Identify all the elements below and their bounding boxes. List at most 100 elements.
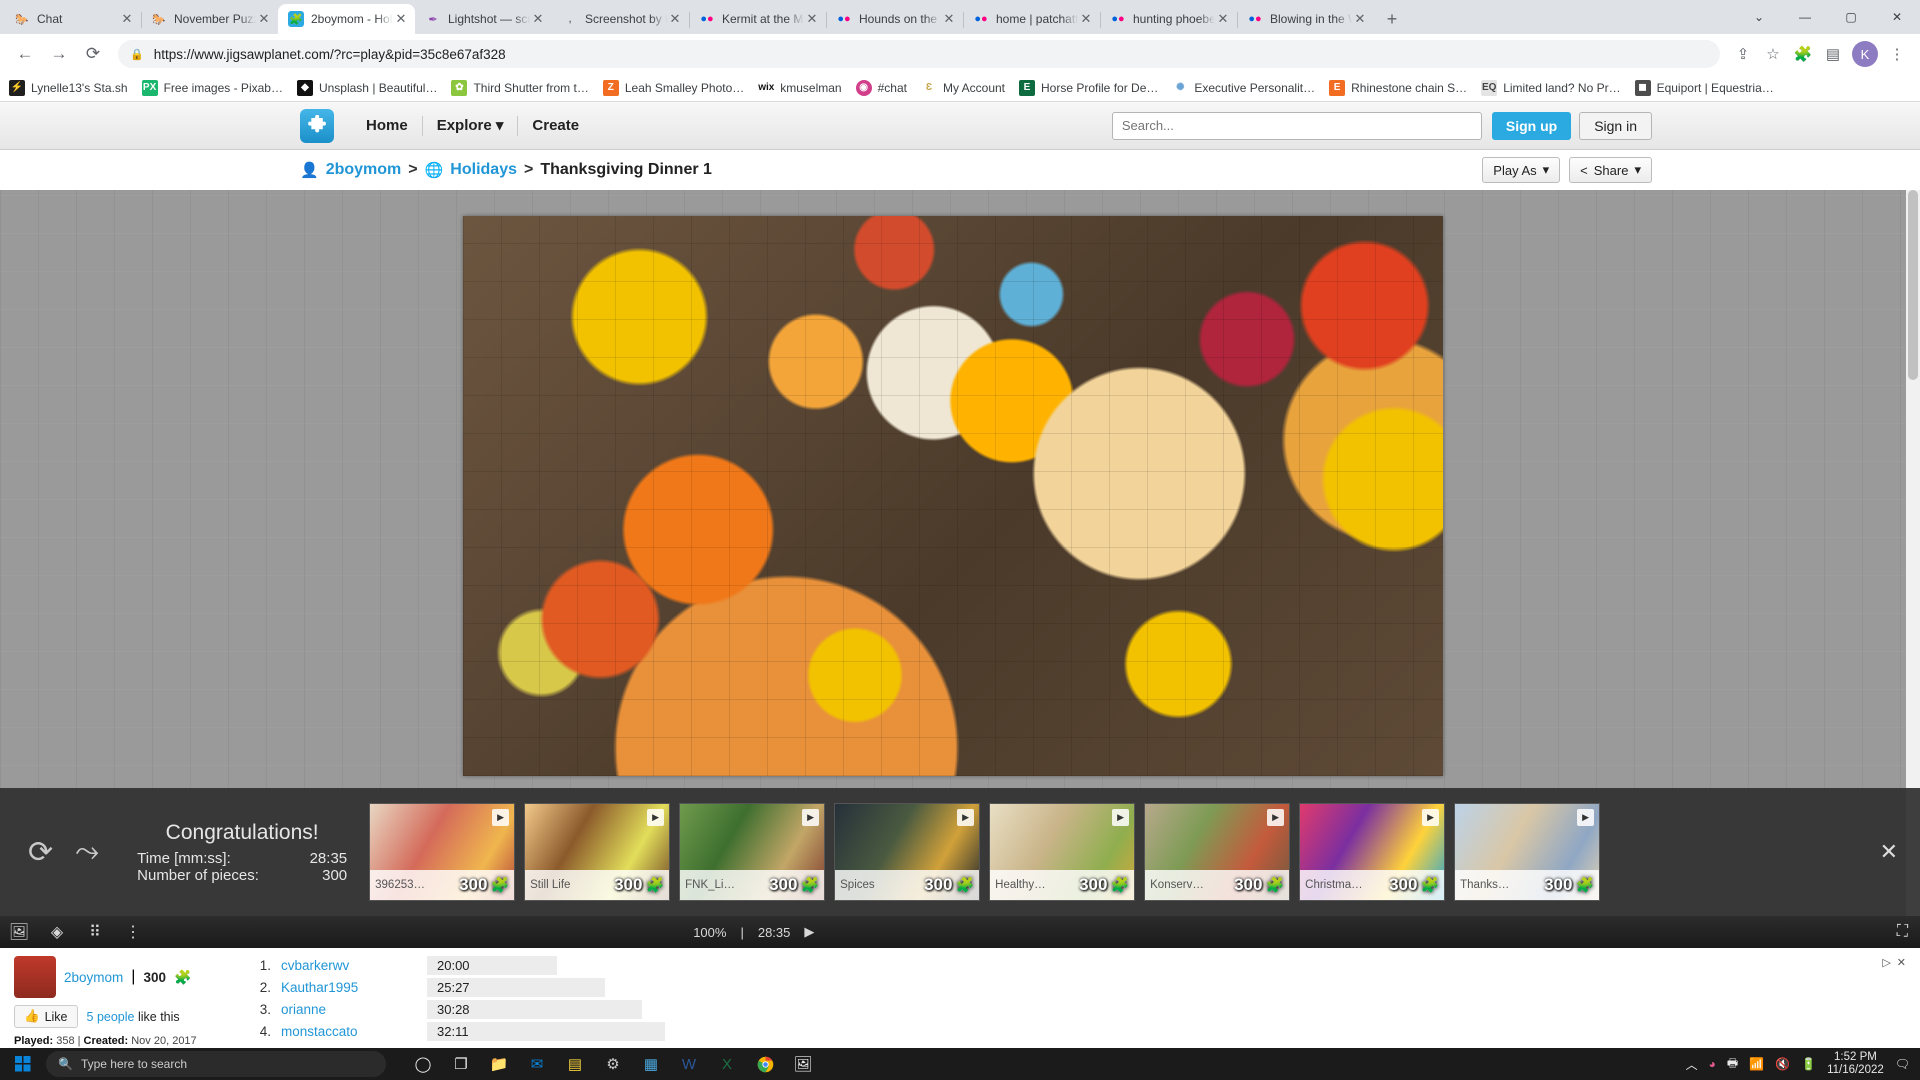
notification-icon[interactable]: 🗨	[1895, 1057, 1910, 1071]
like-button[interactable]: 👍 Like	[14, 1005, 78, 1028]
bookmark-item[interactable]: Z Leah Smalley Photo…	[602, 79, 744, 96]
task-view-icon[interactable]: ❐	[444, 1049, 478, 1079]
word-icon[interactable]: W	[672, 1049, 706, 1079]
taskbar-search[interactable]: 🔍 Type here to search	[46, 1051, 386, 1077]
browser-tab[interactable]: 🐎 Chat ✕	[4, 4, 142, 34]
bookmark-item[interactable]: E Horse Profile for De…	[1019, 79, 1158, 96]
tab-close-icon[interactable]: ✕	[1352, 11, 1368, 27]
extensions-icon[interactable]: 🧩	[1788, 39, 1818, 69]
tab-close-icon[interactable]: ✕	[1215, 11, 1231, 27]
ad-close-icon[interactable]: ✕	[1897, 956, 1906, 969]
play-icon[interactable]: ▶	[1422, 809, 1440, 826]
player-name[interactable]: cvbarkerwv	[281, 958, 427, 973]
ad-choices-icon[interactable]: ▷	[1882, 956, 1890, 969]
play-icon[interactable]: ▶	[647, 809, 665, 826]
back-icon[interactable]: ←	[8, 37, 42, 71]
windows-icon[interactable]	[0, 1048, 46, 1080]
sign-up-button[interactable]: Sign up	[1491, 111, 1572, 140]
close-window-icon[interactable]: ✕	[1874, 1, 1920, 33]
photos-icon[interactable]: 🖼	[786, 1049, 820, 1079]
browser-tab[interactable]: , Screenshot by Ligh ✕	[552, 4, 690, 34]
ghost-icon[interactable]: ◈	[38, 922, 76, 942]
puzzle-thumbnail[interactable]: ▶ Konserv… 300 🧩	[1144, 803, 1291, 901]
browser-tab-active[interactable]: 🧩 2boymom - Holida ✕	[278, 4, 415, 34]
sign-in-button[interactable]: Sign in	[1579, 111, 1652, 140]
browser-tab[interactable]: ●● Hounds on the Roc ✕	[826, 4, 964, 34]
completed-puzzle-image[interactable]	[463, 216, 1443, 776]
browser-tab[interactable]: ●● hunting phoebe | lo ✕	[1100, 4, 1238, 34]
tab-close-icon[interactable]: ✕	[119, 11, 135, 27]
tab-close-icon[interactable]: ✕	[804, 11, 820, 27]
bookmark-item[interactable]: E Rhinestone chain S…	[1329, 79, 1467, 96]
bookmark-item[interactable]: ◼ Equiport | Equestria…	[1634, 79, 1774, 96]
sidepanel-icon[interactable]: ▤	[1818, 39, 1848, 69]
bookmark-item[interactable]: wix kmuselman	[758, 79, 842, 96]
picture-icon[interactable]: 🖼	[0, 922, 38, 942]
battery-icon[interactable]: 🔋	[1801, 1057, 1816, 1071]
play-icon[interactable]: ▶	[804, 924, 814, 940]
new-tab-button[interactable]: +	[1378, 5, 1406, 33]
sticky-notes-icon[interactable]: ▤	[558, 1049, 592, 1079]
bookmark-item[interactable]: ◉ #chat	[855, 79, 907, 96]
close-overlay-icon[interactable]: ✕	[1880, 839, 1898, 865]
bookmark-item[interactable]: ◆ Unsplash | Beautiful…	[296, 79, 437, 96]
breadcrumb-user[interactable]: 2boymom	[326, 161, 402, 179]
chevron-up-icon[interactable]: ︿	[1686, 1056, 1698, 1073]
tab-close-icon[interactable]: ✕	[393, 11, 409, 27]
profile-avatar[interactable]: K	[1852, 41, 1878, 67]
share-icon[interactable]: ⤳	[75, 835, 99, 870]
play-icon[interactable]: ▶	[1577, 809, 1595, 826]
grid-icon[interactable]: ⠿	[76, 922, 114, 942]
puzzle-thumbnail[interactable]: ▶ Spices 300 🧩	[834, 803, 981, 901]
browser-tab[interactable]: ✒ Lightshot — screen ✕	[415, 4, 552, 34]
browser-menu-icon[interactable]: ⋮	[1882, 39, 1912, 69]
calculator-icon[interactable]: ▦	[634, 1049, 668, 1079]
bookmark-item[interactable]: ⚡ Lynelle13's Sta.sh	[9, 79, 128, 96]
play-icon[interactable]: ▶	[957, 809, 975, 826]
tab-close-icon[interactable]: ✕	[667, 11, 683, 27]
file-explorer-icon[interactable]: 📁	[482, 1049, 516, 1079]
restore-down-icon[interactable]: ⌄	[1736, 1, 1782, 33]
tab-close-icon[interactable]: ✕	[941, 11, 957, 27]
puzzle-thumbnail[interactable]: ▶ 396253… 300 🧩	[369, 803, 516, 901]
player-name[interactable]: Kauthar1995	[281, 980, 427, 995]
fullscreen-icon[interactable]: ⛶	[1897, 923, 1908, 941]
tab-close-icon[interactable]: ✕	[530, 11, 546, 27]
breadcrumb-category[interactable]: Holidays	[450, 161, 517, 179]
share-button[interactable]: < Share ▾	[1569, 157, 1652, 183]
puzzle-thumbnail[interactable]: ▶ FNK_Li… 300 🧩	[679, 803, 826, 901]
puzzle-thumbnail[interactable]: ▶ Thanks… 300 🧩	[1454, 803, 1601, 901]
chrome-icon[interactable]	[748, 1049, 782, 1079]
play-as-button[interactable]: Play As ▾	[1482, 157, 1561, 183]
nav-create[interactable]: Create	[518, 116, 593, 136]
scrollbar-thumb[interactable]	[1908, 190, 1918, 380]
bookmark-item[interactable]: PX Free images - Pixab…	[141, 79, 283, 96]
search-input[interactable]	[1111, 111, 1482, 140]
tab-close-icon[interactable]: ✕	[1078, 11, 1094, 27]
settings-icon[interactable]: ⚙	[596, 1049, 630, 1079]
bookmark-item[interactable]: ✺ Executive Personalit…	[1172, 79, 1315, 96]
play-icon[interactable]: ▶	[1267, 809, 1285, 826]
puzzle-thumbnail[interactable]: ▶ Healthy… 300 🧩	[989, 803, 1136, 901]
tab-close-icon[interactable]: ✕	[256, 11, 272, 27]
nav-explore[interactable]: Explore ▾	[423, 115, 519, 136]
printer-icon[interactable]: 🖶	[1727, 1054, 1738, 1075]
browser-tab[interactable]: ●● home | patchattack ✕	[963, 4, 1101, 34]
play-icon[interactable]: ▶	[1112, 809, 1130, 826]
browser-tab[interactable]: ●● Blowing in the Win ✕	[1237, 4, 1374, 34]
likers-count[interactable]: 5 people	[87, 1010, 135, 1024]
address-bar[interactable]: 🔒 https://www.jigsawplanet.com/?rc=play&…	[118, 40, 1720, 68]
nav-home[interactable]: Home	[352, 115, 423, 136]
minimize-icon[interactable]: —	[1782, 1, 1828, 33]
jigsaw-piece-icon[interactable]	[300, 108, 334, 143]
cortana-circle-icon[interactable]: ◯	[406, 1049, 440, 1079]
forward-icon[interactable]: →	[42, 37, 76, 71]
discord-icon[interactable]: ◕	[1709, 1057, 1716, 1071]
bookmark-item[interactable]: ✿ Third Shutter from t…	[451, 79, 589, 96]
volume-mute-icon[interactable]: 🔇	[1775, 1057, 1790, 1071]
puzzle-thumbnail[interactable]: ▶ Christma… 300 🧩	[1299, 803, 1446, 901]
taskbar-clock[interactable]: 1:52 PM 11/16/2022	[1827, 1051, 1884, 1077]
maximize-icon[interactable]: ▢	[1828, 1, 1874, 33]
replay-icon[interactable]: ⟳	[28, 835, 53, 870]
excel-icon[interactable]: X	[710, 1049, 744, 1079]
